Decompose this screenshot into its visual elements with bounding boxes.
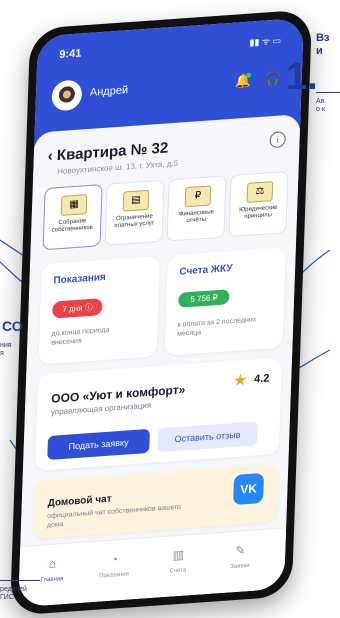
- tab-requests[interactable]: ✎ Заявки: [215, 542, 266, 572]
- bottom-annotation-line: ГИС: [0, 594, 14, 601]
- tab-label: Заявки: [230, 562, 250, 571]
- avatar[interactable]: [51, 79, 83, 112]
- tile-legal[interactable]: ⚖ Юридические принципы: [228, 170, 289, 238]
- tile-paid-services[interactable]: ▤ Ограничение платных услуг: [104, 179, 165, 246]
- coin-icon: ₽: [184, 185, 212, 208]
- submit-request-button[interactable]: Подать заявку: [47, 428, 150, 461]
- bills-amount-badge: 5 756 ₽: [178, 289, 230, 308]
- left-annotation-line: ния: [0, 342, 12, 349]
- tile-label: Собрание собственников: [51, 218, 93, 234]
- username[interactable]: Андрей: [90, 84, 129, 99]
- vk-icon[interactable]: VK: [233, 472, 265, 506]
- status-icons: ▮▮ ᯤ ▭: [249, 35, 282, 48]
- bottom-annotation-text: редачей ГИС: [0, 586, 27, 602]
- scales-icon: ⚖: [246, 181, 274, 203]
- home-icon: ⌂: [48, 556, 57, 572]
- tab-readings[interactable]: ◔ Показания: [89, 551, 140, 581]
- tile-label: Юридические принципы: [239, 204, 278, 221]
- left-annotation-text: ния я: [0, 342, 12, 358]
- tab-bills[interactable]: ▥ Счета: [153, 546, 204, 576]
- annotation-title: Вз и: [316, 32, 329, 58]
- bills-title: Счета ЖКУ: [179, 262, 233, 278]
- annotation-divider: [316, 92, 340, 93]
- bills-subtitle: к оплате за 2 последних месяца: [177, 316, 257, 338]
- left-annotation-heading: СО: [2, 318, 23, 334]
- annotation-title-line: и: [316, 45, 323, 57]
- management-org-card: ООО «Уют и комфорт» управляющая организа…: [34, 357, 283, 471]
- annotation-description: Ав о к: [316, 98, 325, 114]
- status-time: 9:41: [59, 47, 82, 61]
- tile-owners-meeting[interactable]: ▦ Собрание собственников: [42, 184, 103, 251]
- pencil-icon: ✎: [235, 543, 246, 558]
- notification-dot: [245, 72, 252, 78]
- phone-mockup: 9:41 ▮▮ ᯤ ▭ Андрей 🔔 🎧 ‹ Квартира № 32 i…: [9, 9, 313, 616]
- chat-title: Домовой чат: [47, 493, 112, 510]
- leave-review-button[interactable]: Оставить отзыв: [157, 421, 258, 453]
- tile-label: Финансовые отчёты: [178, 209, 215, 225]
- headset-icon[interactable]: 🎧: [263, 69, 282, 88]
- readings-title: Показания: [53, 271, 107, 287]
- annotation-desc-line: Ав: [316, 98, 325, 105]
- bottom-annotation-line: редачей: [0, 586, 27, 593]
- readings-subtitle: до конца периода внесения: [51, 326, 110, 347]
- annotation-number: 1.: [286, 56, 318, 98]
- left-annotation-line: я: [0, 350, 4, 357]
- readings-card[interactable]: Показания 7 дня ⓘ до конца периода внесе…: [38, 256, 160, 365]
- tile-label: Ограничение платных услуг: [114, 213, 155, 230]
- promo-canvas: 9:41 ▮▮ ᯤ ▭ Андрей 🔔 🎧 ‹ Квартира № 32 i…: [0, 0, 340, 618]
- meeting-icon: ▦: [60, 194, 88, 216]
- receipt-icon: ▥: [172, 547, 185, 563]
- readings-deadline-badge: 7 дня ⓘ: [52, 298, 103, 319]
- annotation-title-line: Вз: [316, 32, 330, 44]
- tile-financial-reports[interactable]: ₽ Финансовые отчёты: [166, 175, 227, 242]
- org-rating: 4.2: [253, 372, 270, 386]
- tab-label: Показания: [99, 571, 129, 580]
- annotation-desc-line: о к: [316, 106, 325, 113]
- gauge-icon: ◔: [110, 552, 119, 567]
- bottom-annotation-divider: [0, 580, 40, 581]
- bills-card[interactable]: Счета ЖКУ 5 756 ₽ к оплате за 2 последни…: [164, 247, 286, 356]
- app-screen: 9:41 ▮▮ ᯤ ▭ Андрей 🔔 🎧 ‹ Квартира № 32 i…: [18, 17, 304, 608]
- star-icon: ★: [232, 371, 248, 391]
- bell-icon[interactable]: 🔔: [234, 71, 253, 90]
- tab-label: Счета: [169, 567, 187, 575]
- services-icon: ▤: [122, 189, 150, 212]
